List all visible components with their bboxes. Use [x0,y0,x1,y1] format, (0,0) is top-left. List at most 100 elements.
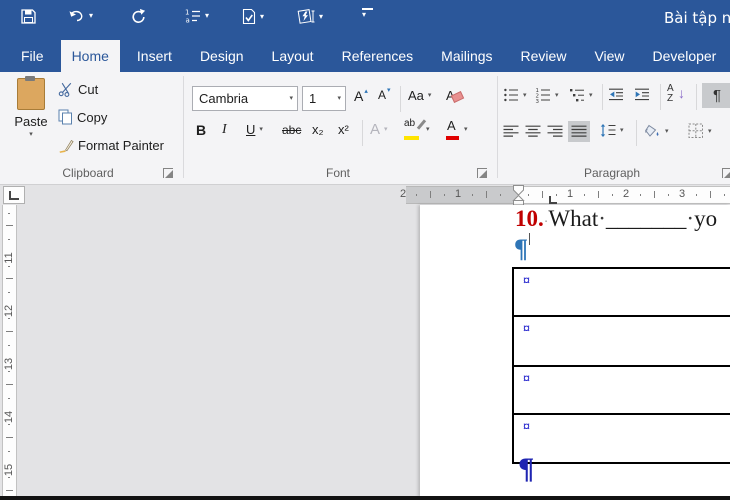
bullet-list-icon [503,87,519,103]
bullets-dropdown-icon[interactable]: ▾ [523,92,527,99]
spellcheck-document-icon [241,8,257,25]
ribbon-tab-bar: File Home Insert Design Layout Reference… [0,36,730,72]
numbering-quick-button[interactable]: 1 a ▾ [184,8,209,24]
table-row[interactable]: ¤ [514,415,730,464]
tab-references[interactable]: References [331,40,425,72]
tab-review[interactable]: Review [510,40,578,72]
change-case-button[interactable]: Aa ▾ [408,88,431,103]
hanging-indent-marker[interactable] [514,196,524,201]
font-name-combobox[interactable]: Cambria ▾ [192,86,298,111]
clear-formatting-button[interactable]: A [446,88,463,103]
numbering-list-icon: 1 2 3 [535,87,551,103]
blank-underscores: _______ [606,206,687,231]
tab-insert[interactable]: Insert [126,40,183,72]
font-size-dropdown-icon[interactable]: ▾ [337,95,341,102]
line-spacing-dropdown-icon[interactable]: ▾ [620,127,624,134]
copy-button[interactable]: Copy [58,109,107,125]
font-color-button[interactable]: A ▾ [446,118,468,140]
save-button[interactable] [20,8,37,25]
subscript-glyph: x₂ [312,122,324,137]
text-highlight-button[interactable]: ab ▾ [404,118,430,140]
increase-indent-button[interactable] [634,87,650,103]
numbered-list-icon: 1 a [184,8,202,24]
table-row[interactable]: ¤ [514,269,730,317]
format-dropdown-icon[interactable]: ▾ [319,13,323,21]
icon-digit: 3 [536,99,540,103]
tab-layout[interactable]: Layout [261,40,325,72]
grow-font-button[interactable]: A ▴ [354,88,368,104]
shrink-font-button[interactable]: A ▾ [378,88,391,102]
table-row[interactable]: ¤ [514,317,730,367]
paste-dropdown-icon[interactable]: ▾ [8,131,54,138]
h-ruler[interactable]: 2 1 1 2 3 4 [0,185,730,205]
tab-home[interactable]: Home [61,40,120,72]
underline-button[interactable]: U ▾ [246,122,263,137]
qat-overflow-button[interactable]: ▾ [362,8,373,19]
numbering-dropdown-icon[interactable]: ▾ [555,92,559,99]
highlight-dropdown-icon[interactable]: ▾ [426,126,430,133]
redo-button[interactable] [130,8,147,25]
sort-az-icon: A Z ↓ [666,84,688,106]
paragraph-dialog-launcher-icon[interactable] [722,168,730,178]
numbering-button[interactable]: 1 2 3 ▾ [535,87,559,103]
end-of-cell-marker: ¤ [514,269,730,290]
font-name-value: Cambria [199,91,248,106]
decrease-indent-icon [608,87,624,103]
document-table[interactable]: ¤ ¤ ¤ ¤ [512,267,730,464]
ruler-tick [6,490,13,491]
indent-markers[interactable] [511,185,526,206]
bullets-button[interactable]: ▾ [503,87,527,103]
line-spacing-button[interactable]: ▾ [600,123,624,138]
numbering-dropdown-icon[interactable]: ▾ [205,12,209,20]
bold-button[interactable]: B [196,122,206,138]
font-color-dropdown-icon[interactable]: ▾ [464,126,468,133]
shading-dropdown-icon[interactable]: ▾ [665,128,669,135]
tab-design[interactable]: Design [189,40,255,72]
tab-view[interactable]: View [583,40,635,72]
borders-button[interactable]: ▾ [688,123,712,139]
text-effects-dropdown-icon: ▾ [384,126,388,133]
format-painter-button[interactable]: Format Painter [58,137,164,153]
align-right-button[interactable] [547,125,563,138]
strikethrough-button[interactable]: abc [282,123,301,137]
tab-mailings[interactable]: Mailings [430,40,503,72]
spelling-quick-button[interactable]: ▾ [241,8,264,25]
highlight-letters: ab [404,118,415,129]
format-quick-button[interactable]: ▾ [297,8,323,25]
shading-button[interactable]: ▾ [644,123,669,139]
tab-stop-marker[interactable] [549,196,557,204]
paste-button[interactable]: Paste ▾ [8,76,54,138]
align-center-button[interactable] [525,125,541,138]
clipboard-dialog-launcher-icon[interactable] [163,168,173,178]
borders-dropdown-icon[interactable]: ▾ [708,128,712,135]
text-effects-button[interactable]: A ▾ [370,121,388,138]
tab-file[interactable]: File [10,40,55,72]
cut-label: Cut [78,82,98,97]
show-hide-marks-button[interactable]: ¶ [702,83,730,108]
font-size-combobox[interactable]: 1 ▾ [302,86,346,111]
subscript-button[interactable]: x₂ [312,122,324,137]
v-ruler[interactable]: 11 12 13 14 15 [0,205,18,500]
font-dialog-launcher-icon[interactable] [477,168,487,178]
save-icon [20,8,37,25]
underline-dropdown-icon[interactable]: ▾ [259,126,263,133]
table-row[interactable]: ¤ [514,367,730,415]
italic-button[interactable]: I [222,122,227,138]
undo-button[interactable]: ▾ [68,8,93,24]
cut-button[interactable]: Cut [58,81,98,97]
justify-button[interactable] [568,121,590,142]
superscript-button[interactable]: x² [338,122,349,137]
font-name-dropdown-icon[interactable]: ▾ [289,95,293,102]
sort-button[interactable]: A Z ↓ [666,84,688,106]
justify-icon [571,125,587,138]
undo-dropdown-icon[interactable]: ▾ [89,12,93,20]
decrease-indent-button[interactable] [608,87,624,103]
first-line-indent-marker[interactable] [514,186,524,196]
multilevel-list-button[interactable]: ▾ [569,87,593,103]
spelling-dropdown-icon[interactable]: ▾ [260,13,264,21]
multilevel-dropdown-icon[interactable]: ▾ [589,92,593,99]
align-left-button[interactable] [503,125,519,138]
tab-developer[interactable]: Developer [642,40,728,72]
tab-selector-button[interactable] [3,186,25,204]
h-ruler-number: 1 [453,188,463,200]
